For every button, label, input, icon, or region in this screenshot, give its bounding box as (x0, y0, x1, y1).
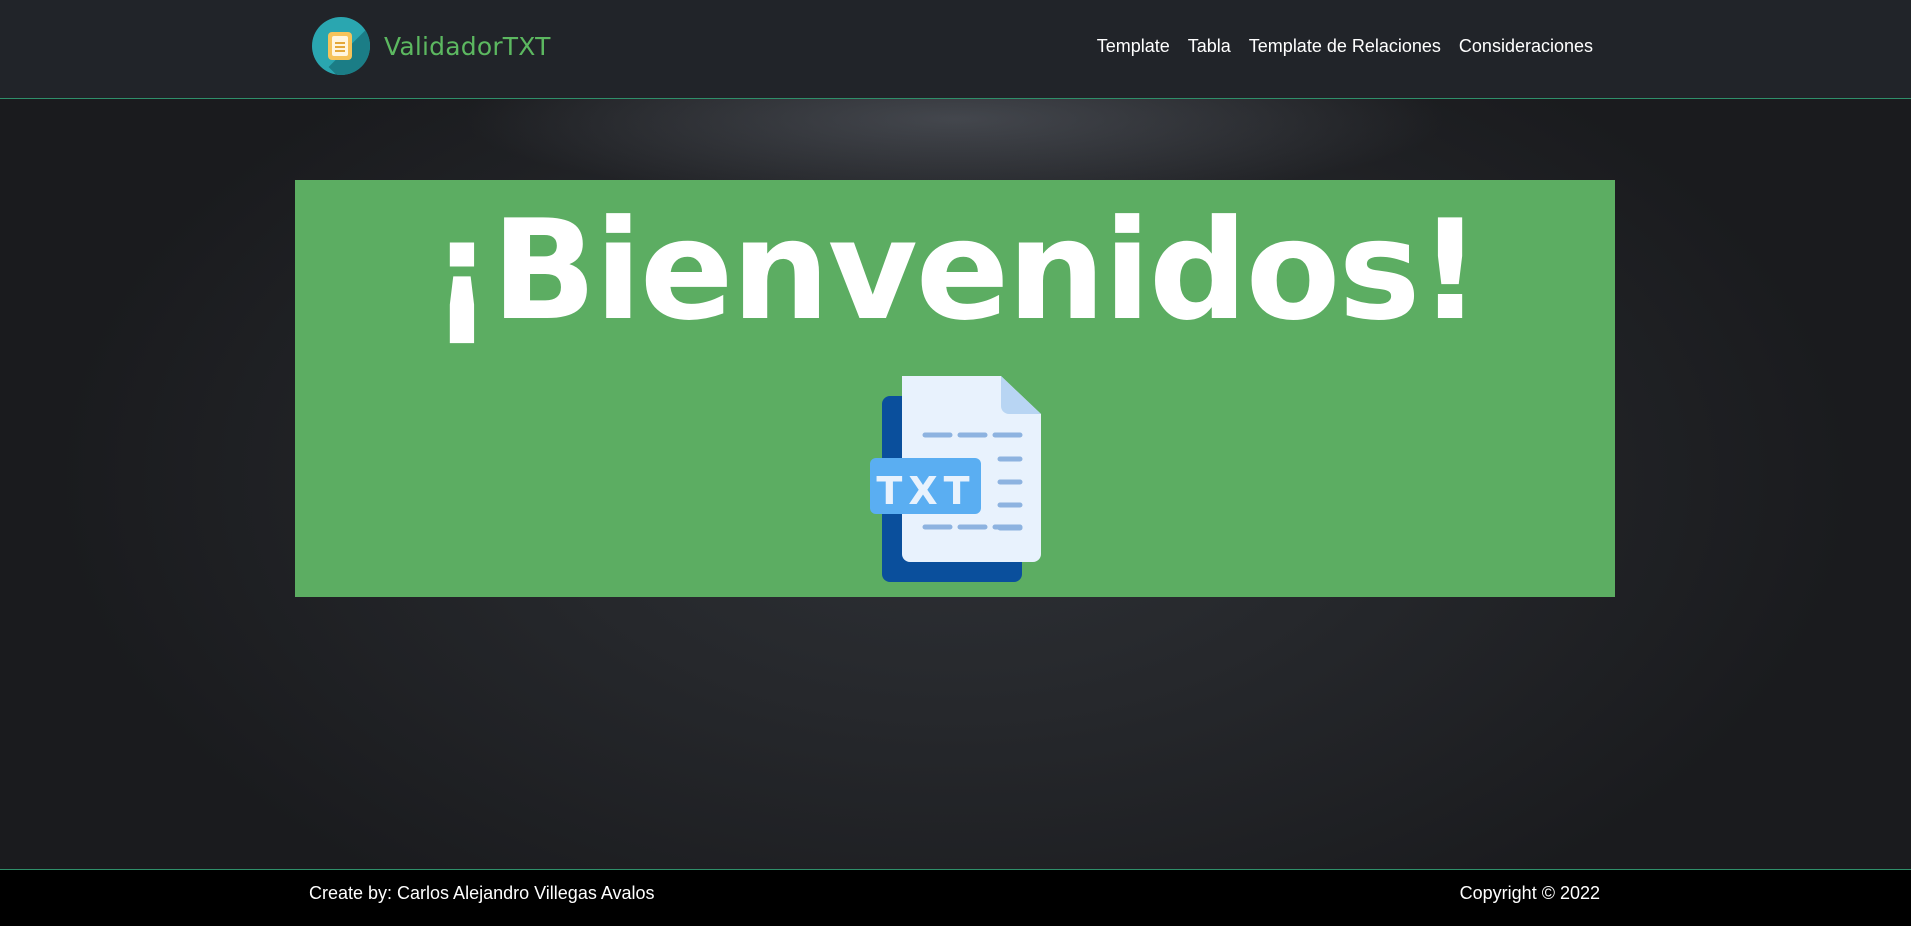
main-content: ¡Bienvenidos! TXT (0, 99, 1911, 869)
footer-credit: Create by: Carlos Alejandro Villegas Ava… (309, 883, 655, 903)
txt-label: TXT (876, 469, 976, 513)
brand-name: ValidadorTXT (384, 31, 551, 61)
brand-link[interactable]: ValidadorTXT (312, 17, 551, 75)
nav-link-tabla[interactable]: Tabla (1188, 36, 1231, 57)
footer-copyright: Copyright © 2022 (1459, 883, 1600, 903)
navbar: ValidadorTXT Template Tabla Template de … (0, 0, 1911, 99)
nav-menu: Template Tabla Template de Relaciones Co… (1079, 36, 1593, 57)
nav-link-template[interactable]: Template (1097, 36, 1170, 57)
footer: Create by: Carlos Alejandro Villegas Ava… (0, 869, 1911, 926)
hero-title: ¡Bienvenidos! (430, 190, 1481, 351)
nav-link-consideraciones[interactable]: Consideraciones (1459, 36, 1593, 57)
nav-link-template-de-relaciones[interactable]: Template de Relaciones (1249, 36, 1441, 57)
document-logo-icon (312, 17, 370, 75)
hero-banner: ¡Bienvenidos! TXT (295, 180, 1615, 597)
